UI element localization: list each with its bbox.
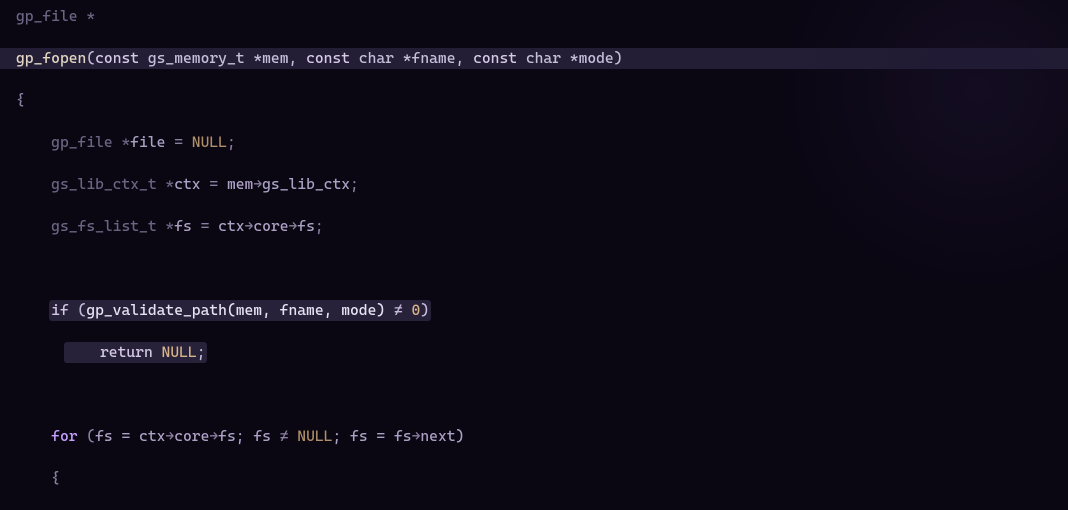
- semicolon: ;: [227, 133, 236, 151]
- identifier: mem: [227, 175, 253, 193]
- indent: [16, 133, 51, 151]
- space: [403, 301, 412, 319]
- code-line: {: [0, 90, 1068, 111]
- identifier: fs: [297, 217, 315, 235]
- literal-null: NULL: [192, 133, 227, 151]
- arrow-operator: →: [245, 217, 254, 235]
- type-token: char *: [517, 49, 579, 67]
- operator-ne: ≠: [394, 301, 403, 319]
- comma: ,: [288, 49, 306, 67]
- brace: {: [16, 91, 25, 109]
- identifier: next): [420, 427, 464, 445]
- arguments: (mem, fname, mode): [227, 301, 394, 319]
- arrow-operator: →: [165, 427, 174, 445]
- keyword-if: if: [51, 301, 69, 319]
- arrow-operator: →: [209, 427, 218, 445]
- literal-null: NULL: [162, 343, 197, 361]
- code-line: {: [0, 468, 1068, 489]
- code-line: for (fs = ctx→core→fs; fs ≠ NULL; fs = f…: [0, 426, 1068, 447]
- literal-null: NULL: [297, 427, 332, 445]
- indent: [16, 427, 51, 445]
- paren: (: [69, 301, 87, 319]
- brace: {: [16, 469, 60, 487]
- keyword-return: return: [100, 343, 153, 361]
- code-block[interactable]: gp_file * gp_fopen(const gs_memory_t *me…: [0, 6, 1068, 510]
- type-token: gp_file *: [16, 7, 95, 25]
- identifier: fs = ctx: [95, 427, 165, 445]
- paren: (: [86, 49, 95, 67]
- identifier: core: [253, 217, 288, 235]
- space: [289, 427, 298, 445]
- keyword-const: const: [95, 49, 139, 67]
- code-line: gs_lib_ctx_t *ctx = mem→gs_lib_ctx;: [0, 174, 1068, 195]
- type-token: gs_memory_t *: [139, 49, 262, 67]
- operator: =: [165, 133, 191, 151]
- code-line: gp_file *file = NULL;: [0, 132, 1068, 153]
- identifier: file: [130, 133, 165, 151]
- identifier: fs: [174, 217, 192, 235]
- comma: ,: [456, 49, 474, 67]
- type-token: gs_fs_list_t *: [51, 217, 174, 235]
- param: mode: [579, 49, 614, 67]
- semicolon: ;: [315, 217, 324, 235]
- code-line-highlighted: gp_fopen(const gs_memory_t *mem, const c…: [0, 48, 1068, 69]
- keyword-const: const: [306, 49, 350, 67]
- function-call: gp_validate_path: [86, 301, 227, 319]
- identifier: gs_lib_ctx: [262, 175, 350, 193]
- indent: [16, 217, 51, 235]
- operator: =: [201, 175, 227, 193]
- semicolon: ;: [350, 175, 359, 193]
- operator: =: [192, 217, 218, 235]
- blank-line: [0, 258, 1068, 279]
- keyword-for: for: [51, 427, 77, 445]
- function-name: gp_fopen: [16, 49, 86, 67]
- param: fname: [412, 49, 456, 67]
- identifier: fs; fs: [218, 427, 280, 445]
- identifier: core: [174, 427, 209, 445]
- literal-zero: 0: [412, 301, 421, 319]
- space: [153, 343, 162, 361]
- indent: [16, 175, 51, 193]
- indent: [16, 301, 51, 319]
- code-line: gs_fs_list_t *fs = ctx→core→fs;: [0, 216, 1068, 237]
- operator-ne: ≠: [280, 427, 289, 445]
- identifier: ctx: [174, 175, 200, 193]
- paren: (: [78, 427, 96, 445]
- keyword-const: const: [473, 49, 517, 67]
- type-token: gs_lib_ctx_t *: [51, 175, 174, 193]
- paren: ): [614, 49, 623, 67]
- semicolon: ;: [197, 343, 206, 361]
- arrow-operator: →: [253, 175, 262, 193]
- code-line-highlighted: if (gp_validate_path(mem, fname, mode) ≠…: [0, 300, 1068, 321]
- arrow-operator: →: [288, 217, 297, 235]
- type-token: char *: [350, 49, 412, 67]
- identifier: ; fs = fs: [332, 427, 411, 445]
- identifier: ctx: [218, 217, 244, 235]
- code-line: gp_file *: [0, 6, 1068, 27]
- blank-line: [0, 384, 1068, 405]
- code-line-highlighted: return NULL;: [0, 342, 1068, 363]
- type-token: gp_file *: [51, 133, 130, 151]
- paren: ): [420, 301, 429, 319]
- param: mem: [262, 49, 288, 67]
